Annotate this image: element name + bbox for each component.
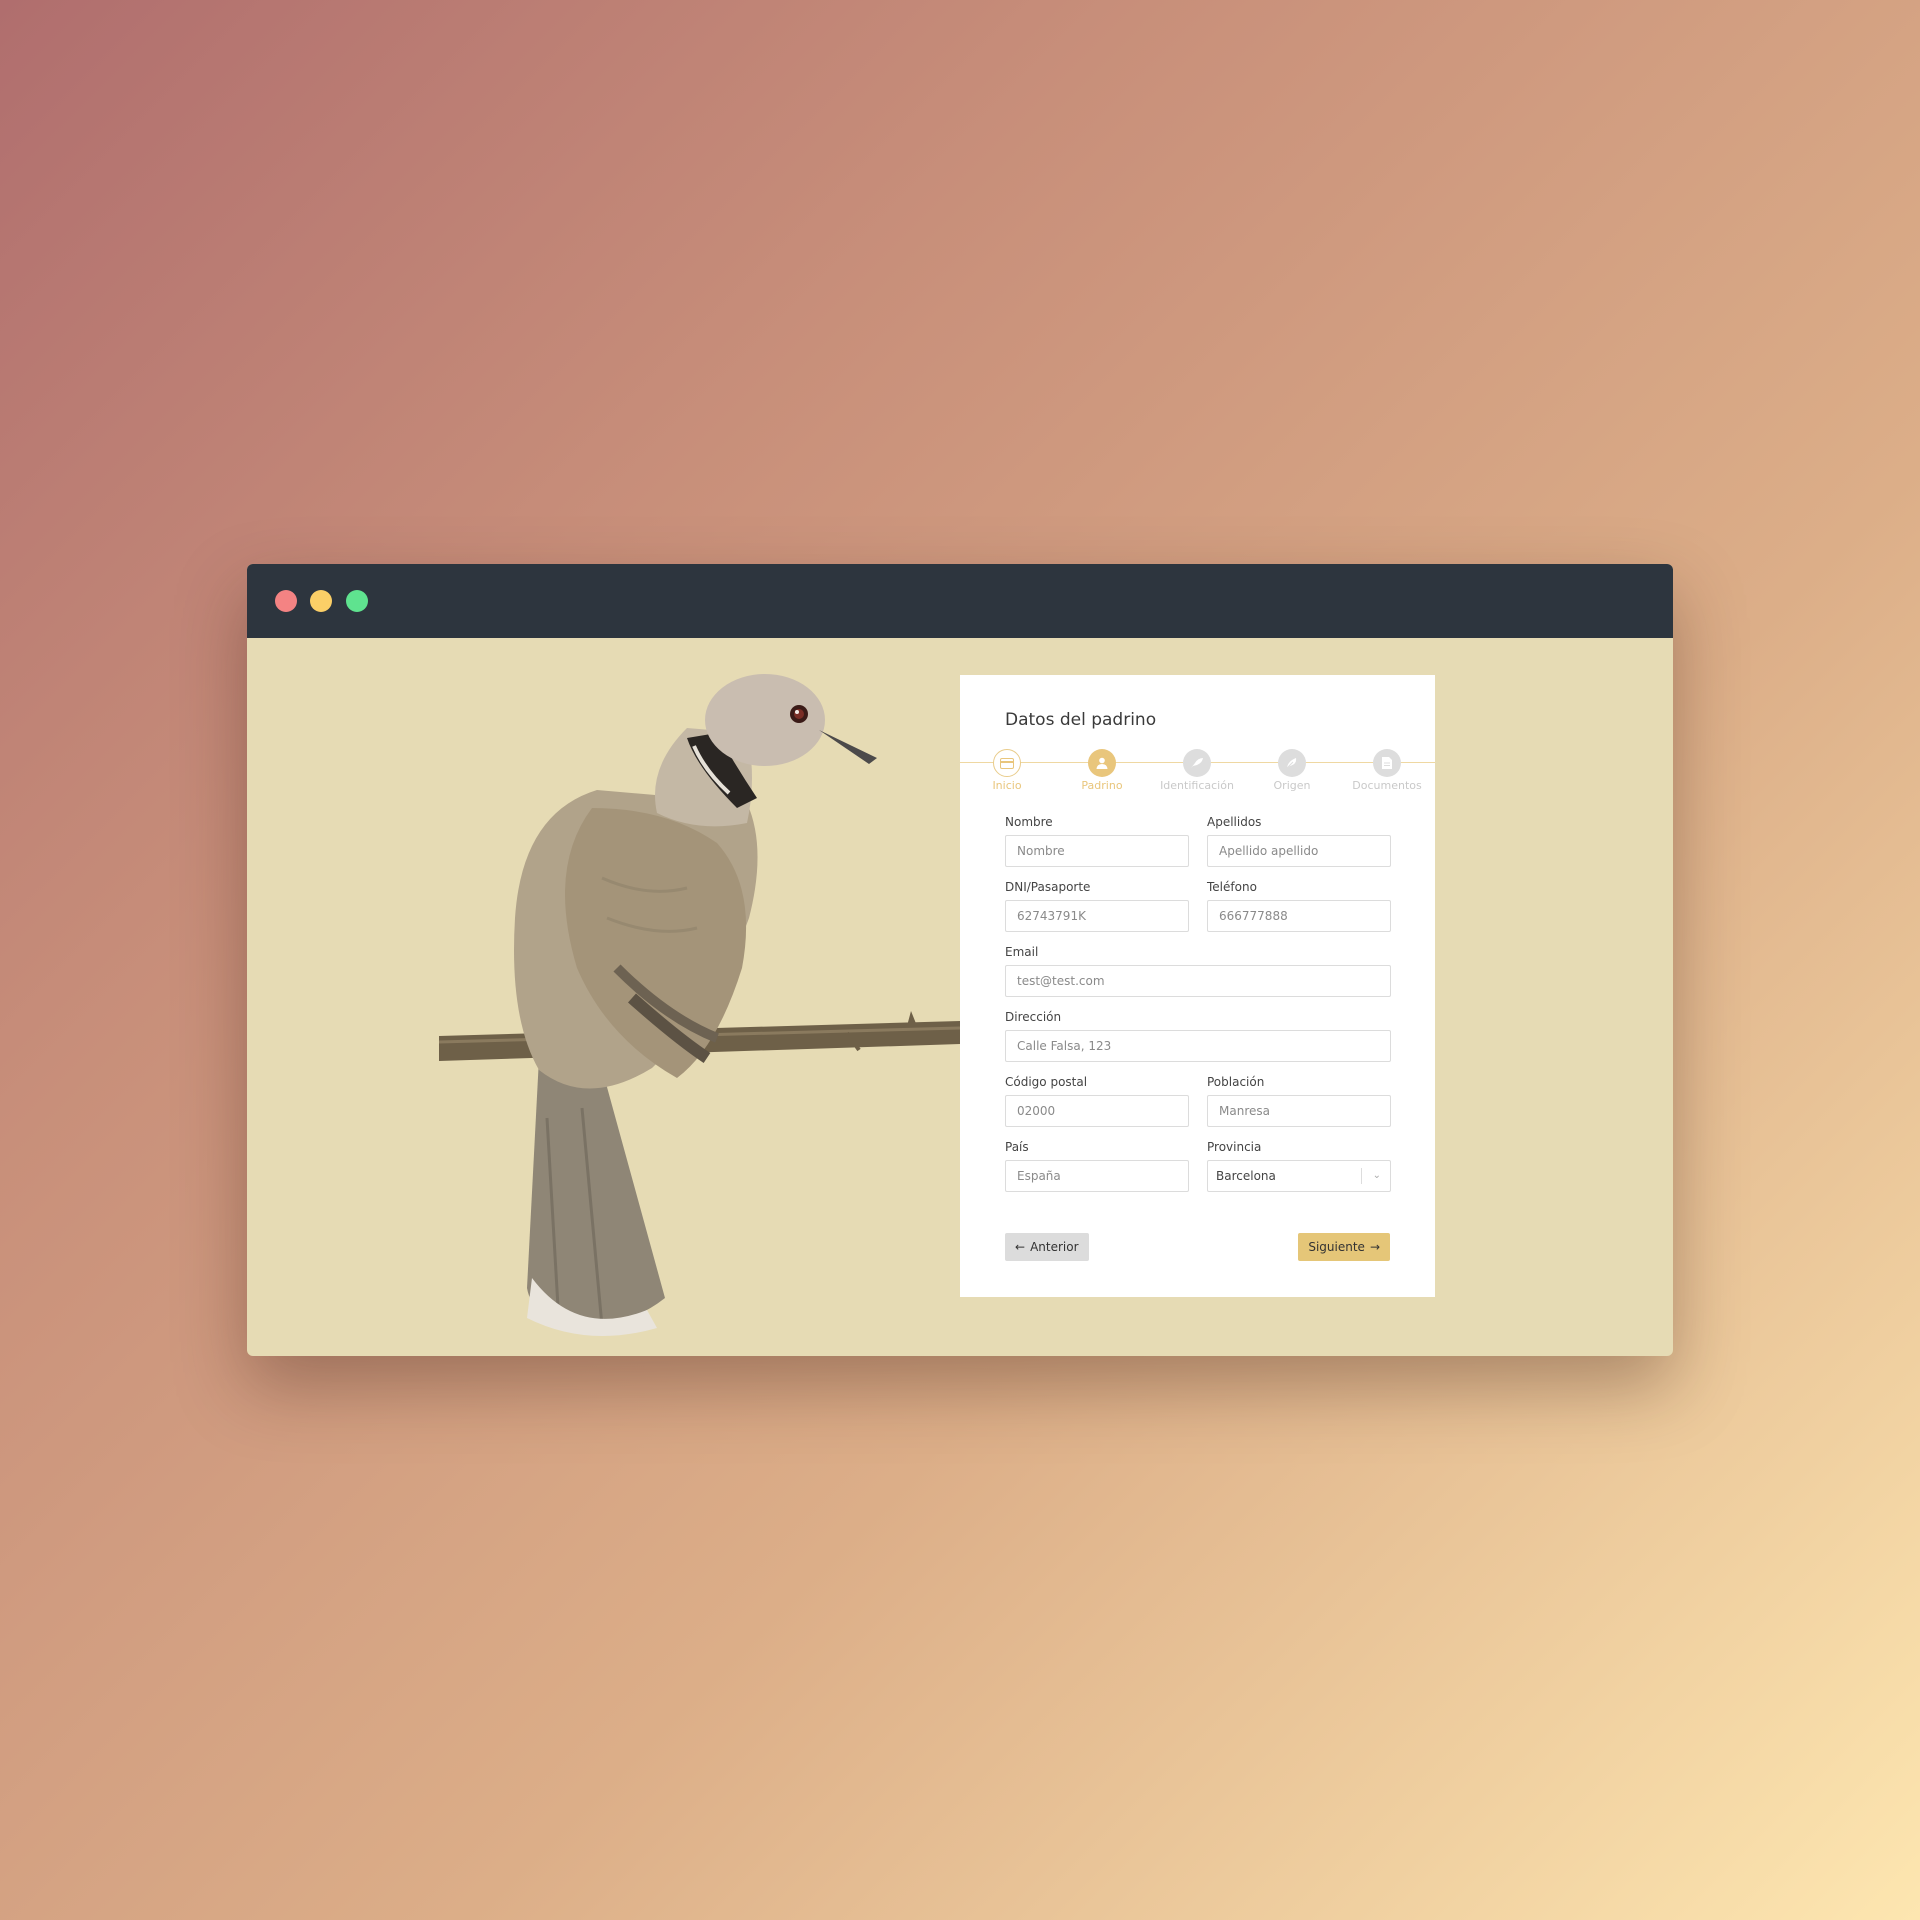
nombre-label: Nombre xyxy=(1005,815,1053,829)
apellidos-group: Apellidos xyxy=(1207,815,1391,867)
close-window-button[interactable] xyxy=(275,590,297,612)
step-label: Identificación xyxy=(1160,779,1234,792)
telefono-input[interactable] xyxy=(1207,900,1391,932)
dni-input[interactable] xyxy=(1005,900,1189,932)
arrow-left-icon: ← xyxy=(1015,1240,1026,1254)
step-origen[interactable]: Origen xyxy=(1242,749,1342,792)
step-label: Documentos xyxy=(1352,779,1422,792)
sponsor-form-card: Datos del padrino Inicio Padrino Identif… xyxy=(960,675,1435,1297)
pais-label: País xyxy=(1005,1140,1029,1154)
previous-button[interactable]: ← Anterior xyxy=(1005,1233,1089,1261)
previous-button-label: Anterior xyxy=(1030,1240,1079,1254)
form-title: Datos del padrino xyxy=(1005,710,1157,730)
apellidos-label: Apellidos xyxy=(1207,815,1262,829)
feather-icon xyxy=(1278,749,1306,777)
nombre-input[interactable] xyxy=(1005,835,1189,867)
codigo-postal-group: Código postal xyxy=(1005,1075,1189,1127)
step-identificacion[interactable]: Identificación xyxy=(1147,749,1247,792)
user-icon xyxy=(1088,749,1116,777)
pais-input[interactable] xyxy=(1005,1160,1189,1192)
chevron-down-icon: ⌄ xyxy=(1372,1170,1381,1181)
step-inicio[interactable]: Inicio xyxy=(957,749,1057,792)
telefono-label: Teléfono xyxy=(1207,880,1257,894)
apellidos-input[interactable] xyxy=(1207,835,1391,867)
provincia-group: Provincia Barcelona ⌄ xyxy=(1207,1140,1391,1192)
codigo-postal-input[interactable] xyxy=(1005,1095,1189,1127)
poblacion-group: Población xyxy=(1207,1075,1391,1127)
app-window: Datos del padrino Inicio Padrino Identif… xyxy=(247,564,1673,1356)
dni-group: DNI/Pasaporte xyxy=(1005,880,1189,932)
email-group: Email xyxy=(1005,945,1391,997)
dni-label: DNI/Pasaporte xyxy=(1005,880,1091,894)
provincia-select[interactable]: Barcelona ⌄ xyxy=(1207,1160,1391,1192)
minimize-window-button[interactable] xyxy=(310,590,332,612)
email-label: Email xyxy=(1005,945,1039,959)
direccion-input[interactable] xyxy=(1005,1030,1391,1062)
provincia-label: Provincia xyxy=(1207,1140,1262,1154)
direccion-group: Dirección xyxy=(1005,1010,1391,1062)
poblacion-label: Población xyxy=(1207,1075,1265,1089)
progress-stepper: Inicio Padrino Identificación Origen Doc… xyxy=(960,749,1435,797)
dove-on-branch-image xyxy=(438,674,960,1336)
maximize-window-button[interactable] xyxy=(346,590,368,612)
card-icon xyxy=(993,749,1021,777)
codigo-postal-label: Código postal xyxy=(1005,1075,1088,1089)
step-documentos[interactable]: Documentos xyxy=(1337,749,1437,792)
poblacion-input[interactable] xyxy=(1207,1095,1391,1127)
step-padrino[interactable]: Padrino xyxy=(1052,749,1152,792)
next-button-label: Siguiente xyxy=(1308,1240,1365,1254)
nombre-group: Nombre xyxy=(1005,815,1189,867)
bird-icon xyxy=(1183,749,1211,777)
email-input[interactable] xyxy=(1005,965,1391,997)
select-separator xyxy=(1361,1168,1362,1184)
document-icon xyxy=(1373,749,1401,777)
arrow-right-icon: → xyxy=(1369,1240,1380,1254)
title-bar xyxy=(247,564,1673,638)
direccion-label: Dirección xyxy=(1005,1010,1062,1024)
pais-group: País xyxy=(1005,1140,1189,1192)
step-label: Padrino xyxy=(1081,779,1123,792)
next-button[interactable]: Siguiente → xyxy=(1298,1233,1390,1261)
step-label: Inicio xyxy=(992,779,1022,792)
sponsor-form: Nombre Apellidos DNI/Pasaporte Teléfono xyxy=(1005,815,1391,1205)
telefono-group: Teléfono xyxy=(1207,880,1391,932)
provincia-value: Barcelona xyxy=(1216,1169,1276,1183)
step-label: Origen xyxy=(1273,779,1311,792)
